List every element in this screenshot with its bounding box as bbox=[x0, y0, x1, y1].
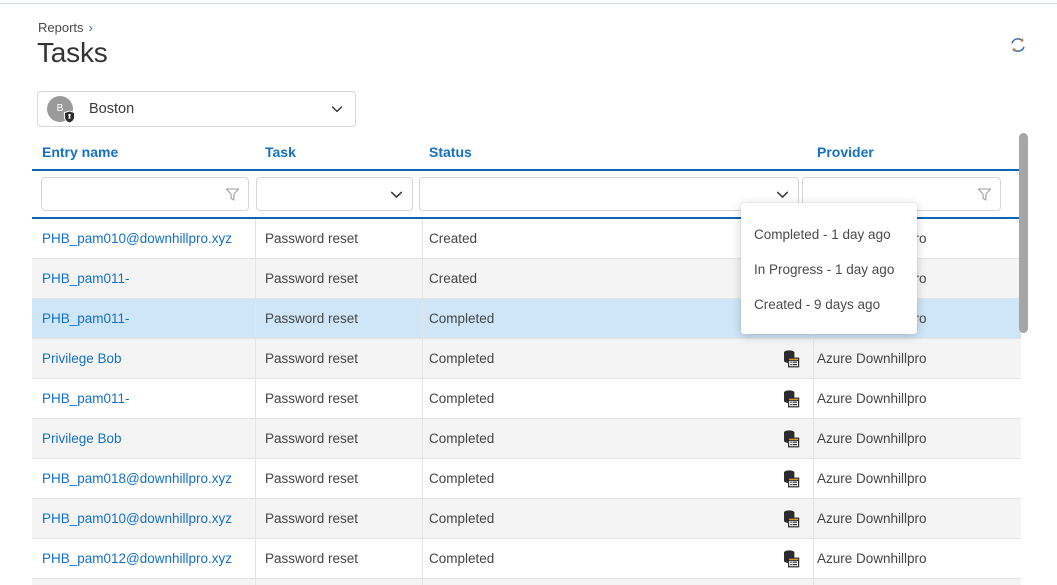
cell-task: Password reset bbox=[256, 259, 423, 299]
status-text: Created bbox=[429, 271, 781, 286]
table-header-row: Entry name Task Status Provider bbox=[32, 138, 1021, 171]
cell-status: Completed bbox=[423, 379, 814, 419]
history-item[interactable]: Completed - 1 day ago bbox=[754, 217, 917, 252]
table-row[interactable] bbox=[32, 579, 1021, 585]
filter-select-task[interactable] bbox=[256, 177, 413, 211]
cell-status bbox=[423, 579, 814, 585]
cell-task bbox=[256, 579, 423, 585]
cell-entry-name[interactable]: PHB_pam018@downhillpro.xyz bbox=[32, 459, 256, 499]
cell-entry-name[interactable]: Privilege Bob bbox=[32, 339, 256, 379]
history-item[interactable]: Created - 9 days ago bbox=[754, 287, 917, 322]
status-text: Completed bbox=[429, 391, 781, 406]
cell-task: Password reset bbox=[256, 379, 423, 419]
cell-task: Password reset bbox=[256, 499, 423, 539]
cell-provider: Azure Downhillpro bbox=[814, 419, 1021, 459]
tenant-selector[interactable]: B Boston bbox=[37, 91, 356, 127]
cell-status: Completed bbox=[423, 499, 814, 539]
vertical-scrollbar[interactable] bbox=[1019, 130, 1028, 585]
filter-funnel-icon bbox=[977, 187, 992, 202]
table-row[interactable]: PHB_pam011-Password reset Completed Azure … bbox=[32, 379, 1021, 419]
cell-entry-name[interactable]: PHB_pam012@downhillpro.xyz bbox=[32, 539, 256, 579]
cell-task: Password reset bbox=[256, 459, 423, 499]
filter-input-entry-name[interactable] bbox=[41, 177, 249, 211]
column-header-status[interactable]: Status bbox=[423, 138, 814, 160]
column-header-task[interactable]: Task bbox=[256, 138, 423, 160]
cell-task: Password reset bbox=[256, 299, 423, 339]
cell-provider: Azure Downhillpro bbox=[814, 539, 1021, 579]
status-text: Completed bbox=[429, 311, 781, 326]
database-list-icon[interactable] bbox=[781, 549, 801, 569]
tenant-selector-value: Boston bbox=[89, 101, 134, 117]
status-text: Completed bbox=[429, 431, 781, 446]
cell-provider: Azure Downhillpro bbox=[814, 459, 1021, 499]
table-row[interactable]: PHB_pam012@downhillpro.xyzPassword reset… bbox=[32, 539, 1021, 579]
chevron-down-icon bbox=[330, 102, 344, 116]
database-list-icon[interactable] bbox=[781, 429, 801, 449]
status-text: Completed bbox=[429, 551, 781, 566]
cell-status: Completed bbox=[423, 339, 814, 379]
task-history-popup: Completed - 1 day ago In Progress - 1 da… bbox=[741, 203, 917, 334]
cell-status: Completed bbox=[423, 539, 814, 579]
column-header-entry-name[interactable]: Entry name bbox=[32, 138, 256, 160]
avatar: B bbox=[47, 96, 73, 122]
cell-entry-name[interactable] bbox=[32, 579, 256, 585]
table-row[interactable]: PHB_pam018@downhillpro.xyzPassword reset… bbox=[32, 459, 1021, 499]
cell-entry-name[interactable]: PHB_pam011- bbox=[32, 299, 256, 339]
refresh-button[interactable] bbox=[1003, 30, 1033, 60]
database-list-icon[interactable] bbox=[781, 349, 801, 369]
cell-entry-name[interactable]: PHB_pam010@downhillpro.xyz bbox=[32, 499, 256, 539]
tasks-report-page: Reports› Tasks B Boston Entry n bbox=[0, 0, 1057, 585]
table-row[interactable]: Privilege BobPassword reset Completed Azur… bbox=[32, 419, 1021, 459]
cell-task: Password reset bbox=[256, 419, 423, 459]
status-text: Completed bbox=[429, 351, 781, 366]
status-text: Created bbox=[429, 231, 781, 246]
breadcrumb-item-reports[interactable]: Reports bbox=[38, 20, 84, 35]
database-list-icon[interactable] bbox=[781, 469, 801, 489]
top-divider bbox=[0, 3, 1057, 4]
shield-icon bbox=[63, 110, 76, 124]
cell-task: Password reset bbox=[256, 539, 423, 579]
column-header-provider[interactable]: Provider bbox=[814, 138, 1021, 160]
cell-provider: Azure Downhillpro bbox=[814, 339, 1021, 379]
cell-status: Completed bbox=[423, 459, 814, 499]
cell-provider bbox=[814, 579, 1021, 585]
cell-status: Completed bbox=[423, 419, 814, 459]
cell-entry-name[interactable]: PHB_pam011- bbox=[32, 379, 256, 419]
cell-provider: Azure Downhillpro bbox=[814, 499, 1021, 539]
table-row[interactable]: Privilege BobPassword reset Completed Azur… bbox=[32, 339, 1021, 379]
status-text: Completed bbox=[429, 471, 781, 486]
status-text: Completed bbox=[429, 511, 781, 526]
page-title: Tasks bbox=[37, 37, 108, 69]
cell-entry-name[interactable]: Privilege Bob bbox=[32, 419, 256, 459]
history-item[interactable]: In Progress - 1 day ago bbox=[754, 252, 917, 287]
refresh-icon bbox=[1008, 35, 1028, 55]
cell-task: Password reset bbox=[256, 219, 423, 259]
breadcrumb: Reports › bbox=[38, 20, 93, 35]
cell-task: Password reset bbox=[256, 339, 423, 379]
database-list-icon[interactable] bbox=[781, 389, 801, 409]
cell-entry-name[interactable]: PHB_pam010@downhillpro.xyz bbox=[32, 219, 256, 259]
filter-funnel-icon bbox=[225, 187, 240, 202]
database-list-icon[interactable] bbox=[781, 509, 801, 529]
cell-entry-name[interactable]: PHB_pam011- bbox=[32, 259, 256, 299]
chevron-right-icon: › bbox=[89, 20, 93, 35]
scrollbar-thumb[interactable] bbox=[1019, 133, 1028, 333]
chevron-down-icon bbox=[389, 187, 404, 202]
chevron-down-icon bbox=[775, 187, 790, 202]
cell-provider: Azure Downhillpro bbox=[814, 379, 1021, 419]
table-row[interactable]: PHB_pam010@downhillpro.xyzPassword reset… bbox=[32, 499, 1021, 539]
